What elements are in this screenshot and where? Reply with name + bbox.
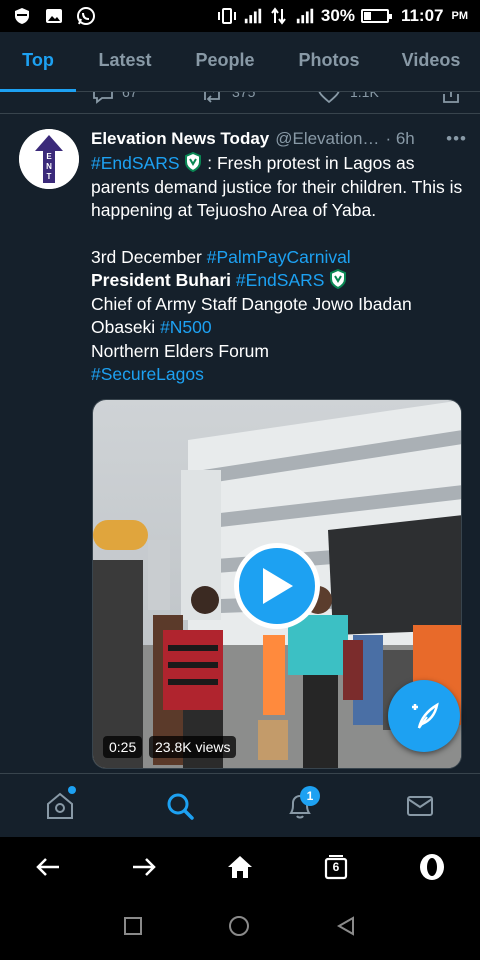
reply-icon[interactable] xyxy=(92,92,114,107)
home-icon xyxy=(47,792,73,819)
retweet-icon[interactable] xyxy=(200,92,224,107)
nigeria-flag-emoji-icon xyxy=(185,152,202,172)
signal-icon-2 xyxy=(295,6,315,26)
hashtag-palmpaycarnival[interactable]: #PalmPayCarnival xyxy=(207,247,351,267)
circle-icon xyxy=(228,916,249,936)
triangle-back-icon xyxy=(337,916,355,936)
battery-icon xyxy=(360,9,392,23)
clock-time: 11:07 xyxy=(400,6,444,25)
tab-count: 6 xyxy=(332,860,340,874)
date-text: 3rd December xyxy=(91,246,207,267)
video-duration: 0:25 xyxy=(103,736,143,758)
whatsapp-icon xyxy=(76,6,96,26)
opera-menu-button[interactable] xyxy=(407,842,457,892)
browser-back-button[interactable] xyxy=(23,842,73,892)
nav-notifications[interactable]: 1 xyxy=(270,776,330,836)
status-bar: 30% 11:07 PM xyxy=(0,0,480,32)
signal-icon xyxy=(243,6,263,26)
play-icon xyxy=(263,568,293,604)
home-button[interactable] xyxy=(228,915,250,942)
avatar[interactable]: E N T xyxy=(19,129,79,189)
opera-logo-icon xyxy=(420,854,444,880)
president-text: President Buhari xyxy=(91,270,232,290)
like-icon[interactable] xyxy=(318,92,340,107)
shield-icon xyxy=(12,6,32,26)
author-name[interactable]: Elevation News Today xyxy=(91,126,269,152)
nigeria-flag-emoji-icon-2 xyxy=(330,269,347,289)
tab-people[interactable]: People xyxy=(174,32,276,92)
like-count: 1.1K xyxy=(350,92,379,100)
video-views: 23.8K views xyxy=(149,736,237,758)
reply-count: 67 xyxy=(122,92,138,100)
recents-button[interactable] xyxy=(123,916,143,941)
data-transfer-icon xyxy=(269,6,289,26)
share-icon[interactable] xyxy=(440,92,462,107)
ent-logo-icon: E N T xyxy=(19,129,79,189)
tab-top[interactable]: Top xyxy=(0,32,76,92)
elders-text: Northern Elders Forum xyxy=(91,340,269,361)
browser-forward-button[interactable] xyxy=(119,842,169,892)
svg-text:E: E xyxy=(46,152,52,161)
nav-search[interactable] xyxy=(150,776,210,836)
svg-text:T: T xyxy=(47,172,52,181)
gallery-icon xyxy=(44,6,64,26)
tweet-text: #EndSARS : Fresh protest in Lagos as par… xyxy=(91,152,467,387)
clock-ampm: PM xyxy=(451,10,469,22)
nav-messages[interactable] xyxy=(390,776,450,836)
battery-percent: 30% xyxy=(320,6,355,25)
more-options-icon[interactable]: ••• xyxy=(446,126,467,152)
house-icon xyxy=(228,856,252,878)
retweet-count: 375 xyxy=(232,92,256,100)
tab-photos[interactable]: Photos xyxy=(276,32,382,92)
vibrate-icon xyxy=(217,6,237,26)
search-icon xyxy=(167,793,194,820)
mail-icon xyxy=(407,795,433,816)
tweet-time: · 6h xyxy=(385,129,415,148)
search-tabs: Top Latest People Photos Videos xyxy=(0,32,480,92)
browser-home-button[interactable] xyxy=(215,842,265,892)
arrow-left-icon xyxy=(36,858,59,876)
tab-videos[interactable]: Videos xyxy=(382,32,480,92)
system-nav xyxy=(0,897,480,960)
arrow-right-icon xyxy=(133,858,156,876)
tweet-body: Elevation News Today @Elevation… · 6h ••… xyxy=(91,126,467,387)
hashtag-securelagos[interactable]: #SecureLagos xyxy=(91,364,204,384)
tweet-header: Elevation News Today @Elevation… · 6h ••… xyxy=(91,126,467,152)
browser-tabs-button[interactable]: 6 xyxy=(311,842,361,892)
nav-home[interactable] xyxy=(30,776,90,836)
compose-feather-icon xyxy=(412,702,439,729)
hashtag-endsars-2[interactable]: #EndSARS xyxy=(231,270,325,290)
notification-badge: 1 xyxy=(300,785,320,806)
author-handle[interactable]: @Elevation… xyxy=(275,126,379,152)
hashtag-endsars[interactable]: #EndSARS xyxy=(91,153,180,173)
svg-text:N: N xyxy=(46,162,52,171)
hashtag-n500[interactable]: #N500 xyxy=(160,317,212,337)
browser-toolbar: 6 xyxy=(0,837,480,897)
compose-tweet-button[interactable] xyxy=(388,680,460,752)
bottom-nav: 1 xyxy=(0,773,480,837)
army-text: Chief of Army Staff Dangote Jowo Ibadan … xyxy=(91,293,412,338)
previous-tweet-actions: 67 375 1.1K xyxy=(0,92,480,114)
new-content-dot xyxy=(68,785,76,794)
back-button[interactable] xyxy=(335,915,357,942)
play-button[interactable] xyxy=(234,543,320,629)
tab-latest[interactable]: Latest xyxy=(76,32,174,92)
square-icon xyxy=(123,917,142,935)
